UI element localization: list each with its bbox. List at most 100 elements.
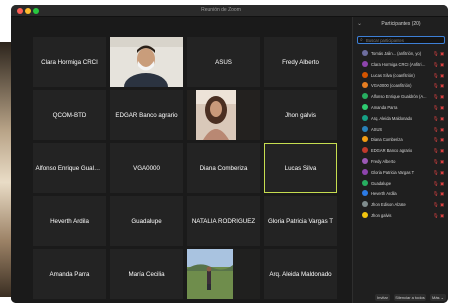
tile-name: Heverth Ardila [50, 217, 89, 225]
participants-panel: ⌄ Participantes (20) ⌕ Tomás Jalin... (a… [352, 17, 448, 303]
avatar [362, 114, 368, 121]
participant-row[interactable]: Heverth Ardila 🎙︎ ▣ [353, 188, 448, 199]
avatar [362, 50, 368, 56]
avatar [362, 147, 368, 154]
participant-tile[interactable]: Alfonso Enrique Gualdr... [33, 143, 106, 193]
mic-muted-icon: 🎙︎ [433, 104, 439, 110]
participant-tile[interactable]: NATALIA RODRIGUEZ [187, 196, 260, 246]
participant-name: Gloria Patricia Vargas T [371, 169, 415, 175]
mic-muted-icon: 🎙︎ [433, 202, 439, 208]
participant-row[interactable]: Clara Hormiga CRCI (Anfitrión) 🎙︎ ▣ [353, 59, 448, 70]
close-window-button[interactable] [17, 8, 23, 14]
participant-name: ASUS [371, 126, 383, 132]
mic-muted-icon: 🎙︎ [433, 191, 439, 197]
camera-off-icon: ▣ [440, 180, 445, 186]
camera-off-icon: ▣ [440, 212, 445, 218]
gallery-view: Clara Hormiga CRCI ASUS Fredy Alberto QCOM-… [11, 17, 352, 303]
mic-muted-icon: 🎙︎ [433, 61, 439, 67]
avatar [362, 71, 368, 78]
tile-name: María Cecilia [128, 270, 165, 278]
tile-name: NATALIA RODRIGUEZ [191, 217, 256, 225]
participant-row[interactable]: Arq. Aleida Maldonado 🎙︎ ▣ [353, 113, 448, 124]
participant-tile[interactable]: Guadalupe [110, 196, 183, 246]
participant-name: EDGAR Banco agrario [371, 148, 413, 154]
invite-button[interactable]: Invitar [375, 294, 390, 301]
participant-tile[interactable] [110, 37, 183, 87]
tile-name: Alfonso Enrique Gualdr... [35, 164, 105, 172]
participant-tile[interactable]: Jhon galvis [264, 90, 337, 140]
mic-muted-icon: 🎙︎ [433, 212, 439, 218]
participant-row[interactable]: ASUS 🎙︎ ▣ [353, 124, 448, 135]
participants-header: ⌄ Participantes (20) [353, 17, 448, 31]
participant-name: Lucas Silva (coanfitrión) [371, 72, 415, 78]
participant-tile[interactable]: Fredy Alberto [264, 37, 337, 87]
tile-name: Jhon galvis [285, 111, 316, 119]
camera-off-icon: ▣ [440, 126, 445, 132]
avatar [362, 93, 368, 100]
participant-name: Alfonso Enrique Gualdrón (A... [371, 94, 427, 100]
tile-name: Lucas Silva [284, 164, 317, 172]
tile-name: EDGAR Banco agrario [115, 111, 178, 119]
camera-off-icon: ▣ [440, 202, 445, 208]
participant-row[interactable]: Diana Comberiza 🎙︎ ▣ [353, 134, 448, 145]
participant-tile[interactable]: Diana Comberiza [187, 143, 260, 193]
participant-tile[interactable]: Arq. Aleida Maldonado [264, 249, 337, 299]
avatar [362, 190, 368, 197]
participant-tile[interactable]: Amanda Parra [33, 249, 106, 299]
mute-all-button[interactable]: Silenciar a todos [394, 294, 426, 301]
participant-tile[interactable]: María Cecilia [110, 249, 183, 299]
participant-row[interactable]: Lucas Silva (coanfitrión) 🎙︎ ▣ [353, 70, 448, 81]
participant-tile[interactable]: VGA0000 [110, 143, 183, 193]
participant-photo [187, 249, 260, 299]
participant-tile[interactable] [187, 249, 260, 299]
participants-footer: Invitar Silenciar a todos Más ⌄ [353, 293, 448, 303]
participant-row[interactable]: Fredy Alberto 🎙︎ ▣ [353, 156, 448, 167]
participant-name: Jhon Edison Alzate [371, 202, 406, 208]
participant-tile[interactable]: Heverth Ardila [33, 196, 106, 246]
avatar [362, 211, 368, 218]
avatar [362, 125, 368, 132]
participant-row[interactable]: Guadalupe 🎙︎ ▣ [353, 178, 448, 189]
tile-name: Guadalupe [131, 217, 162, 225]
participant-tile[interactable]: Gloria Patricia Vargas T [264, 196, 337, 246]
participant-row[interactable]: Alfonso Enrique Gualdrón (A... 🎙︎ ▣ [353, 91, 448, 102]
camera-off-icon: ▣ [440, 137, 445, 143]
participant-photo [187, 90, 260, 140]
participant-row[interactable]: Tomás Jalin... (anfitrión, yo) 🎙︎ ▣ [353, 48, 448, 59]
camera-off-icon: ▣ [440, 158, 445, 164]
participant-tile[interactable]: EDGAR Banco agrario [110, 90, 183, 140]
participant-name: Jhon galvis [371, 212, 392, 218]
participants-search[interactable]: ⌕ [357, 36, 445, 44]
more-button[interactable]: Más ⌄ [430, 294, 446, 301]
participant-tile[interactable]: QCOM-BTD [33, 90, 106, 140]
collapse-panel-icon[interactable]: ⌄ [357, 20, 362, 27]
participant-tile[interactable]: Clara Hormiga CRCI [33, 37, 106, 87]
participant-row[interactable]: Gloria Patricia Vargas T 🎙︎ ▣ [353, 167, 448, 178]
mic-muted-icon: 🎙︎ [433, 115, 439, 121]
participant-row[interactable]: EDGAR Banco agrario 🎙︎ ▣ [353, 145, 448, 156]
camera-off-icon: ▣ [440, 191, 445, 197]
participants-search-input[interactable] [366, 37, 444, 43]
participant-name: Amanda Parra [371, 104, 398, 110]
participant-name: Heverth Ardila [371, 191, 397, 197]
participant-tile[interactable]: Lucas Silva [264, 143, 337, 193]
tile-name: QCOM-BTD [52, 111, 87, 119]
mic-muted-icon: 🎙︎ [433, 180, 439, 186]
minimize-window-button[interactable] [25, 8, 31, 14]
mic-muted-icon: 🎙︎ [433, 72, 439, 78]
participant-tile[interactable]: ASUS [187, 37, 260, 87]
participant-tile[interactable] [187, 90, 260, 140]
avatar [362, 82, 368, 89]
maximize-window-button[interactable] [33, 8, 39, 14]
participant-row[interactable]: Amanda Parra 🎙︎ ▣ [353, 102, 448, 113]
participant-name: Clara Hormiga CRCI (Anfitrión) [371, 61, 427, 67]
tile-name: Clara Hormiga CRCI [41, 58, 98, 66]
participant-row[interactable]: Jhon galvis 🎙︎ ▣ [353, 210, 448, 221]
more-button-label: Más [431, 295, 440, 300]
participant-row[interactable]: Jhon Edison Alzate 🎙︎ ▣ [353, 199, 448, 210]
participant-name: Diana Comberiza [371, 137, 403, 143]
tile-name: Arq. Aleida Maldonado [269, 270, 332, 278]
participant-video [110, 37, 183, 87]
participant-name: VGA0000 (coanfitrión) [371, 83, 412, 89]
participant-row[interactable]: VGA0000 (coanfitrión) 🎙︎ ▣ [353, 80, 448, 91]
